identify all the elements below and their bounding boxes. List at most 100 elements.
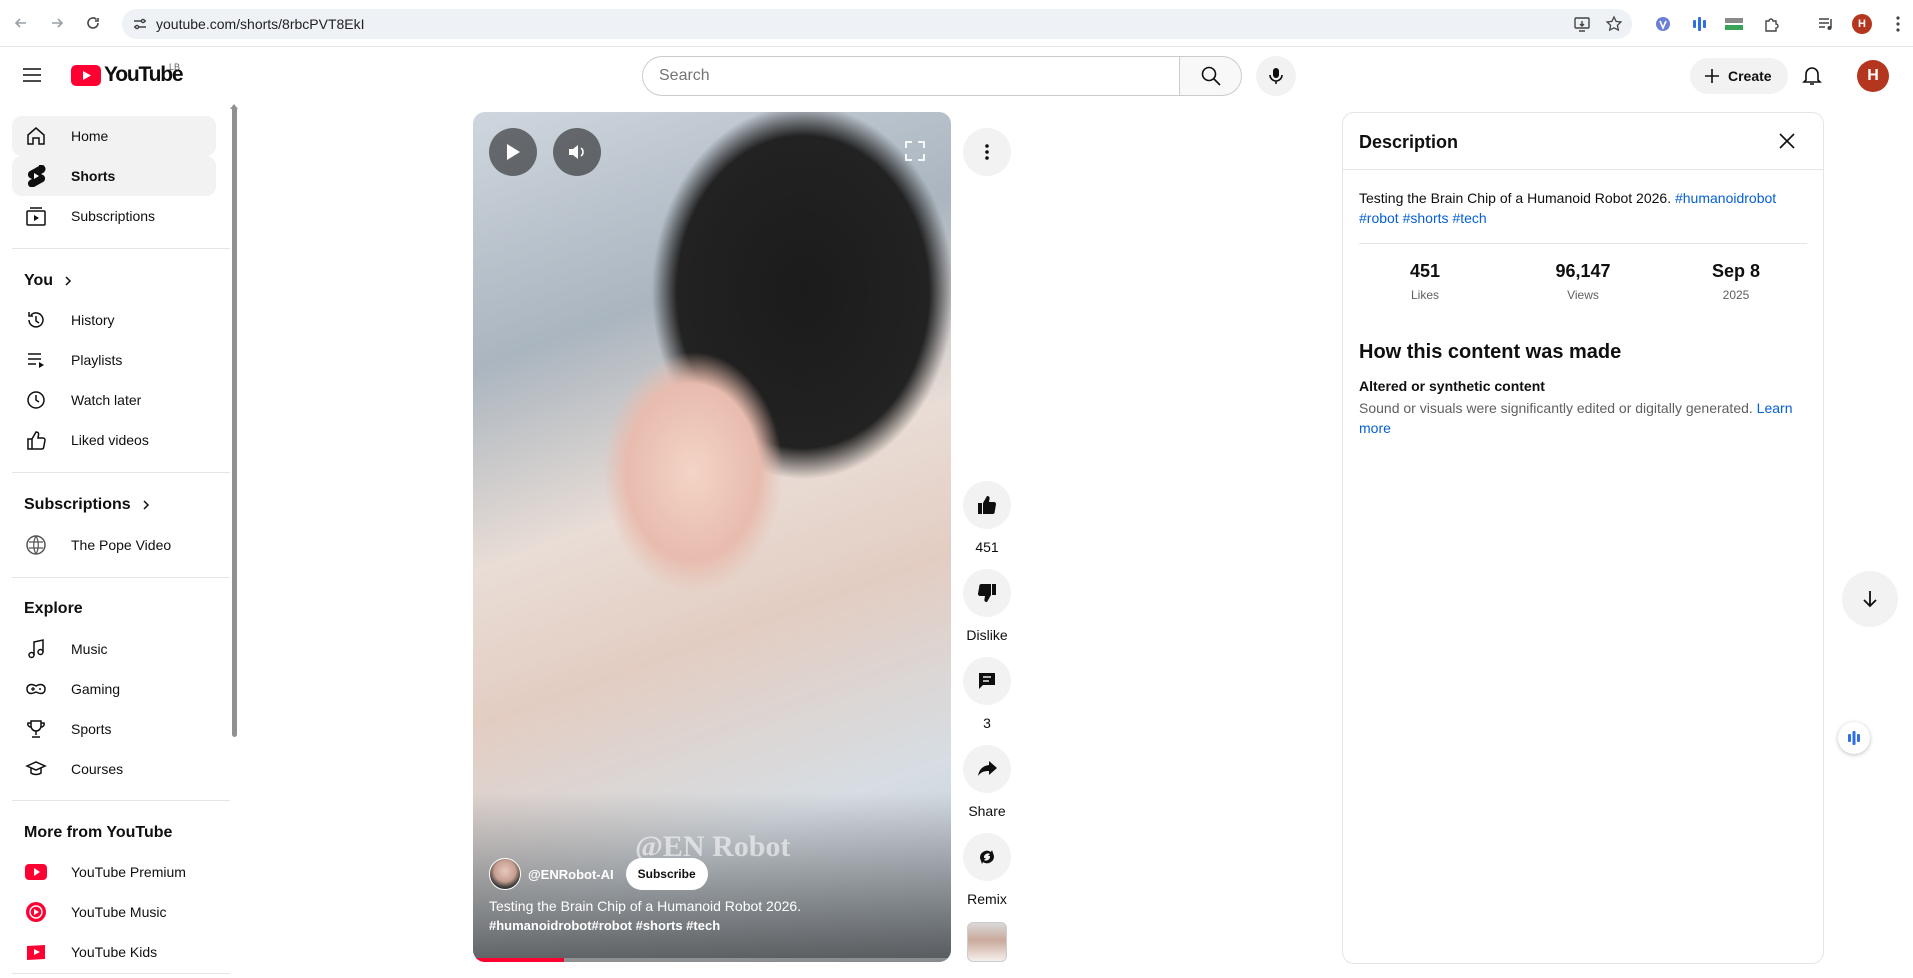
sound-thumbnail[interactable] — [967, 922, 1007, 962]
search-input[interactable] — [642, 56, 1179, 96]
comment-icon — [979, 673, 995, 689]
sidebar-item-label: Gaming — [71, 681, 121, 697]
remix-action: Remix — [963, 833, 1011, 907]
sidebar-item-history[interactable]: History — [12, 300, 216, 340]
sidebar-item-label: Home — [71, 128, 109, 144]
thumb-up-icon — [978, 496, 997, 514]
thumb-up-icon — [24, 428, 48, 452]
account-avatar[interactable]: H — [1857, 60, 1889, 92]
stat-value: 451 — [1409, 261, 1441, 281]
hashtag-link[interactable]: #tech — [1452, 210, 1486, 226]
extension-audio-icon[interactable] — [1687, 12, 1711, 36]
search-button[interactable] — [1179, 56, 1242, 96]
explore-heading-label: Explore — [24, 600, 83, 617]
address-bar[interactable]: youtube.com/shorts/8rbcPVT8EkI — [122, 9, 1632, 39]
next-video-button[interactable] — [1842, 571, 1898, 627]
sidebar-item-label: Courses — [71, 761, 124, 777]
sidebar-item-label: The Pope Video — [71, 537, 172, 553]
description-title: Description — [1359, 132, 1459, 152]
thumb-down-icon — [977, 584, 996, 602]
divider — [12, 577, 230, 578]
youtube-logo[interactable]: YouTube — [71, 63, 184, 87]
install-app-icon[interactable] — [1570, 12, 1594, 36]
sidebar-item-youtube-premium[interactable]: YouTube Premium — [12, 852, 216, 892]
sidebar-item-courses[interactable]: Courses — [12, 749, 216, 789]
sidebar-item-youtube-kids[interactable]: YouTube Kids — [12, 932, 216, 972]
explore-heading: Explore — [24, 600, 83, 618]
sidebar-item-playlists[interactable]: Playlists — [12, 340, 216, 380]
video-progress-bar[interactable] — [473, 958, 951, 962]
extension-badge-icon[interactable] — [1722, 12, 1746, 36]
subscribe-button[interactable]: Subscribe — [625, 858, 708, 890]
channel-row: @ENRobot-AI Subscribe — [489, 858, 708, 890]
channel-avatar[interactable] — [489, 858, 521, 890]
sidebar-item-sports[interactable]: Sports — [12, 709, 216, 749]
site-settings-icon[interactable] — [132, 16, 148, 32]
browser-menu-icon[interactable] — [1886, 12, 1910, 36]
sidebar-item-label: Music — [71, 641, 108, 657]
sidebar-item-youtube-music[interactable]: YouTube Music — [12, 892, 216, 932]
comments-button[interactable] — [963, 657, 1011, 705]
divider — [1359, 243, 1807, 244]
remix-label: Remix — [967, 891, 1007, 907]
you-heading[interactable]: You — [24, 272, 73, 290]
voice-search-button[interactable] — [1256, 56, 1296, 96]
sidebar-item-label: Watch later — [71, 392, 142, 408]
hamburger-menu-icon[interactable] — [20, 63, 44, 87]
shorts-video-player[interactable]: @EN Robot @ENRobot-AI Subscribe Testing … — [473, 112, 951, 962]
play-icon — [507, 144, 520, 160]
sidebar-item-liked-videos[interactable]: Liked videos — [12, 420, 216, 460]
country-code: LB — [169, 62, 181, 72]
search-icon — [1201, 66, 1221, 86]
browser-profile-avatar[interactable]: H — [1850, 12, 1874, 36]
video-hashtags[interactable]: #humanoidrobot#robot #shorts #tech — [489, 918, 720, 933]
description-text: Testing the Brain Chip of a Humanoid Rob… — [1359, 188, 1799, 228]
audio-assistant-button[interactable] — [1838, 722, 1870, 754]
stat-label: Views — [1567, 288, 1599, 302]
sidebar-item-watch-later[interactable]: Watch later — [12, 380, 216, 420]
dislike-button[interactable] — [963, 569, 1011, 617]
sidebar-item-label: YouTube Music — [71, 904, 167, 920]
sidebar-scrollbar[interactable] — [232, 107, 237, 737]
altered-content-body: Sound or visuals were significantly edit… — [1359, 400, 1753, 416]
more-options-button[interactable] — [963, 128, 1011, 176]
search-box — [642, 56, 1242, 96]
masthead: YouTube LB Create H — [0, 47, 1913, 103]
close-button[interactable] — [1775, 129, 1799, 153]
extensions-puzzle-icon[interactable] — [1760, 12, 1784, 36]
fullscreen-button[interactable] — [903, 139, 927, 163]
video-title[interactable]: Testing the Brain Chip of a Humanoid Rob… — [489, 898, 801, 914]
sidebar-item-music[interactable]: Music — [12, 629, 216, 669]
forward-button[interactable] — [44, 10, 70, 36]
sidebar-item-label: Subscriptions — [71, 208, 156, 224]
hashtag-link[interactable]: #robot — [1359, 210, 1399, 226]
hashtag-link[interactable]: #shorts — [1403, 210, 1449, 226]
more-from-youtube-heading: More from YouTube — [24, 824, 172, 842]
bookmark-star-icon[interactable] — [1602, 12, 1626, 36]
sidebar-item-home[interactable]: Home — [12, 116, 216, 156]
like-button[interactable] — [963, 481, 1011, 529]
sidebar-item-subscriptions[interactable]: Subscriptions — [12, 196, 216, 236]
share-button[interactable] — [963, 745, 1011, 793]
sidebar-item-the-pope-video[interactable]: The Pope Video — [12, 525, 216, 565]
subscriptions-heading[interactable]: Subscriptions — [24, 496, 151, 514]
extension-privacy-icon[interactable] — [1651, 12, 1675, 36]
channel-name[interactable]: @ENRobot-AI — [528, 867, 614, 882]
sidebar-item-gaming[interactable]: Gaming — [12, 669, 216, 709]
sidebar-item-shorts[interactable]: Shorts — [12, 156, 216, 196]
microphone-icon — [1269, 68, 1283, 84]
volume-button[interactable] — [553, 128, 601, 176]
divider — [12, 472, 230, 473]
bell-icon — [1802, 67, 1822, 85]
hashtag-link[interactable]: #humanoidrobot — [1675, 190, 1776, 206]
subscriptions-heading-label: Subscriptions — [24, 496, 131, 513]
media-controls-icon[interactable] — [1814, 12, 1838, 36]
back-button[interactable] — [8, 10, 34, 36]
create-button[interactable]: Create — [1690, 58, 1788, 94]
arrow-left-icon — [14, 18, 26, 28]
reload-button[interactable] — [80, 10, 106, 36]
remix-button[interactable] — [963, 833, 1011, 881]
notifications-button[interactable] — [1800, 63, 1824, 87]
sidebar-item-label: YouTube Kids — [71, 944, 158, 960]
play-button[interactable] — [489, 128, 537, 176]
